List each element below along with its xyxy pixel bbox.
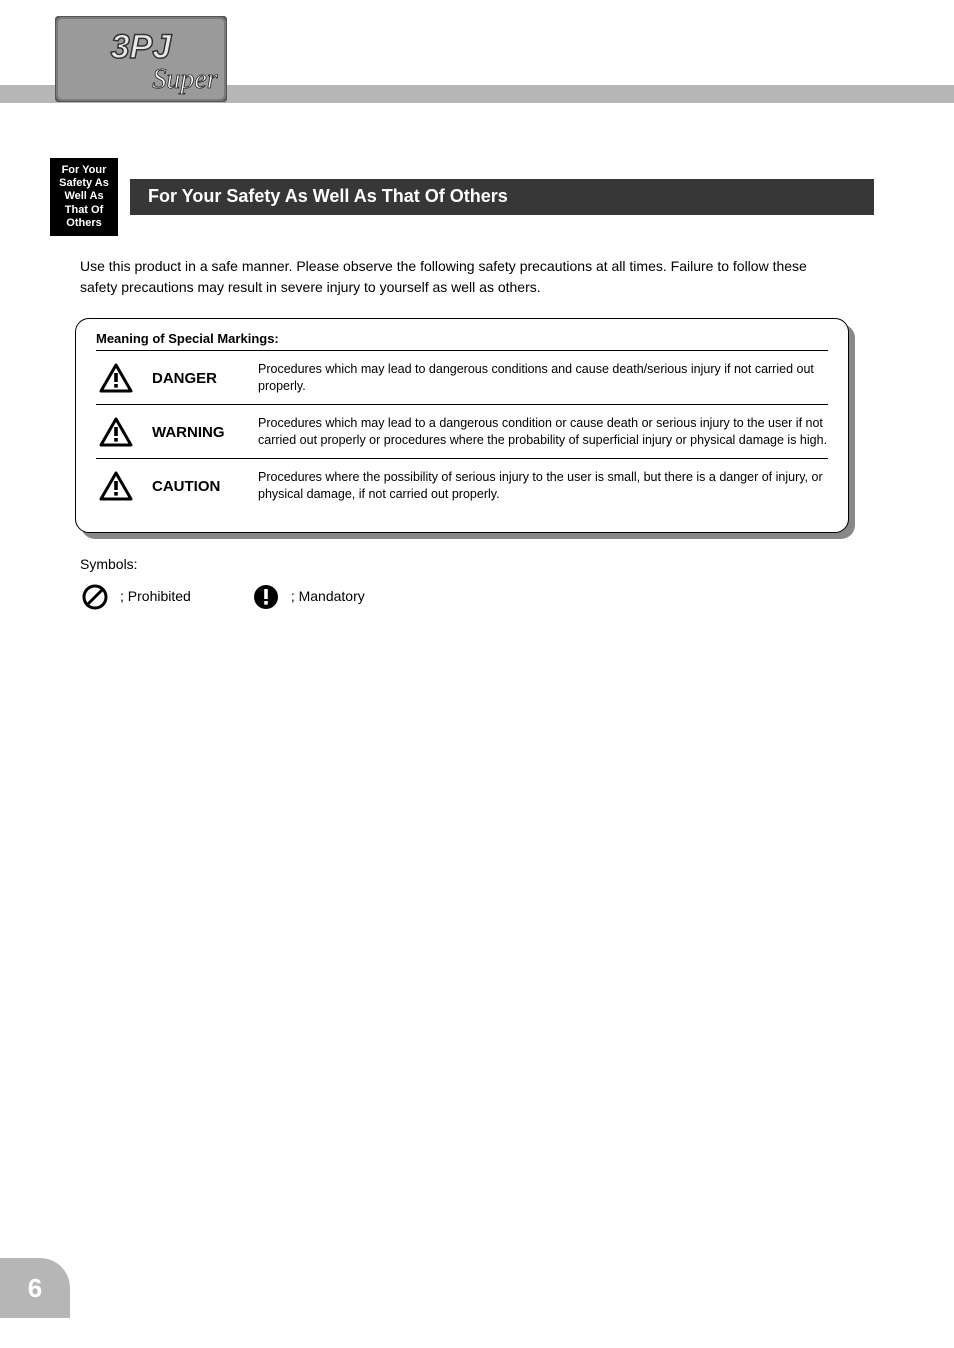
safety-row-warning: WARNING Procedures which may lead to a d… <box>96 404 828 458</box>
svg-text:3PJ: 3PJ <box>111 28 173 66</box>
warning-triangle-icon <box>96 471 136 501</box>
legend-intro: Symbols: <box>80 556 138 572</box>
warning-triangle-icon <box>96 417 136 447</box>
sidebar-tab: For Your Safety As Well As That Of Other… <box>50 158 118 236</box>
legend-prohibited: ; Prohibited <box>120 585 191 609</box>
safety-label-danger: DANGER <box>152 370 242 387</box>
safety-box: Meaning of Special Markings: DANGER Proc… <box>75 318 849 533</box>
mandatory-icon <box>251 583 281 611</box>
safety-label-warning: WARNING <box>152 424 242 441</box>
intro-paragraph: Use this product in a safe manner. Pleas… <box>80 256 844 298</box>
product-logo: 3PJ Super <box>55 16 227 102</box>
safety-row-danger: DANGER Procedures which may lead to dang… <box>96 350 828 404</box>
prohibited-icon <box>80 583 110 611</box>
symbol-legend: Symbols: ; Prohibited ; Mandatory <box>80 553 844 611</box>
sidebar-tab-text: For Your Safety As Well As That Of Other… <box>52 164 116 230</box>
safety-label-caution: CAUTION <box>152 478 242 495</box>
safety-box-header: Meaning of Special Markings: <box>96 331 828 346</box>
safety-desc-warning: Procedures which may lead to a dangerous… <box>258 415 828 450</box>
safety-row-caution: CAUTION Procedures where the possibility… <box>96 458 828 512</box>
section-title: For Your Safety As Well As That Of Other… <box>130 179 874 215</box>
page-number: 6 <box>0 1258 70 1318</box>
legend-mandatory: ; Mandatory <box>291 585 365 609</box>
safety-desc-danger: Procedures which may lead to dangerous c… <box>258 361 828 396</box>
warning-triangle-icon <box>96 363 136 393</box>
svg-text:Super: Super <box>152 64 217 95</box>
safety-desc-caution: Procedures where the possibility of seri… <box>258 469 828 504</box>
